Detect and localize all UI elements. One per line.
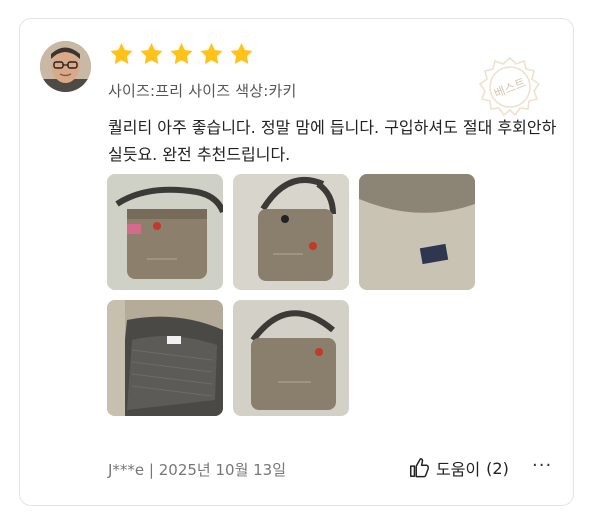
review-text: 퀄리티 아주 좋습니다. 정말 맘에 듭니다. 구입하셔도 절대 후회안하실듯요… — [108, 118, 557, 164]
review-card: 사이즈:프리 사이즈 색상:카키 베스트 퀄리티 아주 좋습니다. 정말 맘에 … — [19, 18, 574, 506]
thumbs-up-icon — [410, 458, 429, 478]
helpful-label: 도움이 — [436, 460, 481, 479]
review-photo-2[interactable] — [233, 174, 349, 290]
star-icon — [170, 42, 193, 64]
best-badge: 베스트 — [475, 53, 545, 123]
avatar[interactable] — [40, 41, 91, 92]
review-photo-1[interactable] — [107, 174, 223, 290]
review-author-date: J***e | 2025년 10월 13일 — [108, 461, 287, 479]
review-photo-4[interactable] — [107, 300, 223, 416]
star-rating — [108, 41, 255, 67]
more-options-button[interactable]: ··· — [532, 455, 552, 476]
review-photo-5[interactable] — [233, 300, 349, 416]
star-icon — [200, 42, 223, 64]
best-badge-label: 베스트 — [492, 75, 528, 100]
helpful-count: (2) — [486, 458, 509, 478]
star-icon — [110, 42, 133, 64]
star-icon — [140, 42, 163, 64]
review-photo-3[interactable] — [359, 174, 475, 290]
helpful-button[interactable]: 도움이 (2) — [408, 456, 509, 480]
product-options: 사이즈:프리 사이즈 색상:카키 — [108, 82, 297, 100]
star-icon — [230, 42, 253, 64]
